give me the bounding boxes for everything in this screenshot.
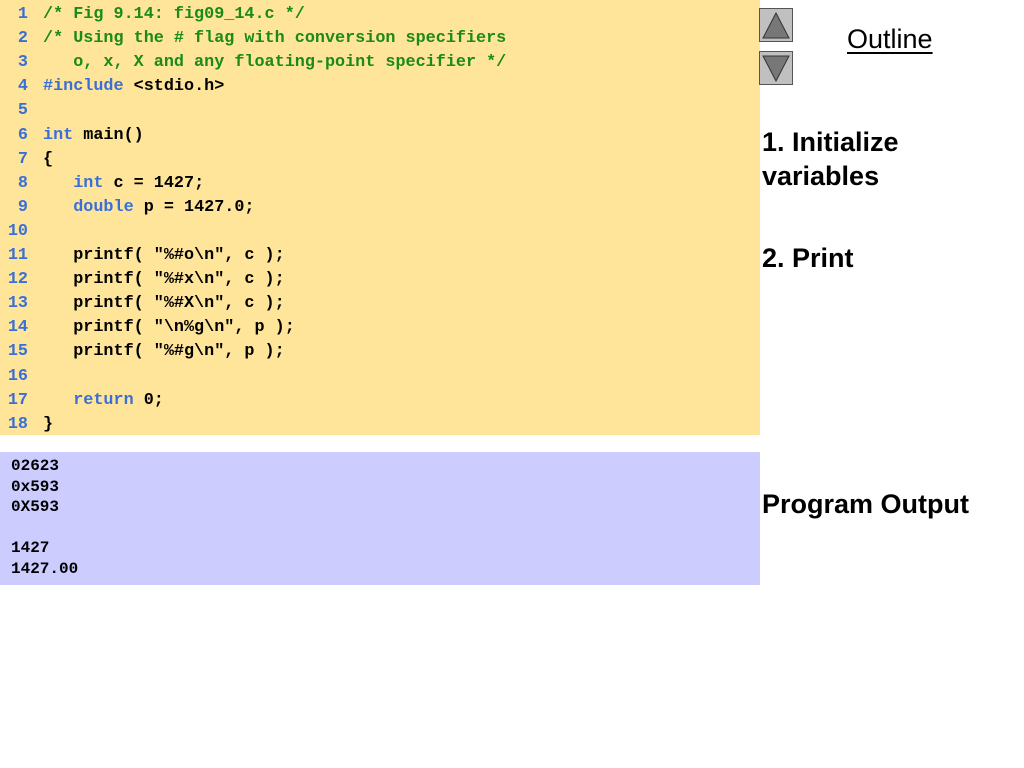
code-text: return 0; bbox=[43, 389, 164, 413]
previous-slide-button[interactable] bbox=[759, 8, 793, 42]
line-number: 10 bbox=[7, 221, 28, 241]
code-token: { bbox=[43, 149, 54, 169]
code-text: printf( "%#g\n", p ); bbox=[43, 340, 285, 364]
code-token: } bbox=[43, 414, 54, 434]
keyword: int bbox=[73, 173, 104, 193]
comment: o, x, X and any floating-point specifier… bbox=[43, 53, 507, 73]
code-text: printf( "%#X\n", c ); bbox=[43, 292, 285, 316]
comment: /* Fig 9.14: fig09_14.c */ bbox=[43, 5, 305, 24]
line-number: 14 bbox=[7, 318, 28, 338]
line-number: 3 bbox=[17, 53, 28, 73]
code-text: int c = 1427; bbox=[43, 172, 204, 196]
next-slide-button[interactable] bbox=[759, 51, 793, 85]
line-number: 5 bbox=[17, 101, 28, 121]
code-text: printf( "%#x\n", c ); bbox=[43, 268, 285, 292]
code-token: p = 1427.0; bbox=[133, 197, 255, 217]
line-number: 6 bbox=[17, 125, 28, 145]
code-text: /* Fig 9.14: fig09_14.c */ bbox=[43, 3, 305, 27]
comment: /* Using the # flag with conversion spec… bbox=[43, 29, 507, 49]
code-text: int main() bbox=[43, 124, 144, 148]
code-text: /* Using the # flag with conversion spec… bbox=[43, 27, 506, 51]
output-line: 0x593 bbox=[11, 477, 60, 496]
code-token: 0; bbox=[133, 390, 164, 410]
triangle-down-icon bbox=[762, 55, 790, 82]
code-token: printf( "\n%g\n", p ); bbox=[43, 318, 295, 338]
output-line: 02623 bbox=[11, 457, 60, 475]
code-token: printf( "%#o\n", c ); bbox=[43, 246, 285, 265]
step-program-output: Program Output bbox=[762, 489, 969, 519]
line-number: 1 bbox=[17, 5, 28, 24]
line-number: 16 bbox=[7, 366, 28, 386]
code-token: printf( "%#X\n", c ); bbox=[43, 294, 285, 314]
line-number: 18 bbox=[7, 414, 28, 434]
code-token: main() bbox=[73, 125, 144, 145]
keyword: #include bbox=[43, 77, 124, 97]
code-text: double p = 1427.0; bbox=[43, 196, 255, 220]
output-line: 1427 bbox=[11, 539, 50, 557]
code-token: printf( "%#x\n", c ); bbox=[43, 270, 285, 290]
step-print: 2. Print bbox=[762, 243, 854, 273]
line-number: 7 bbox=[17, 149, 28, 169]
step-initialize-cont: variables bbox=[762, 161, 880, 191]
keyword: return bbox=[73, 390, 134, 410]
line-number: 2 bbox=[17, 29, 28, 49]
code-text: #include <stdio.h> bbox=[43, 75, 224, 99]
line-number: 12 bbox=[7, 270, 28, 290]
line-number: 17 bbox=[7, 390, 28, 410]
keyword: int bbox=[43, 125, 74, 145]
line-number: 13 bbox=[7, 294, 28, 314]
keyword: double bbox=[73, 197, 134, 217]
code-token: c = 1427; bbox=[103, 173, 205, 193]
line-number: 11 bbox=[7, 246, 28, 265]
program-output-panel: 02623 0x593 0X593 1427 1427.00 bbox=[0, 452, 760, 585]
code-listing: 1 /* Fig 9.14: fig09_14.c */ 2 /* Using the… bbox=[0, 0, 760, 435]
outline-link[interactable]: Outline bbox=[847, 24, 933, 55]
line-number: 9 bbox=[17, 197, 28, 217]
line-number: 8 bbox=[17, 173, 28, 193]
code-text: { bbox=[43, 148, 53, 172]
output-line: 1427.00 bbox=[11, 559, 79, 578]
code-text: printf( "%#o\n", c ); bbox=[43, 244, 285, 268]
code-text: } bbox=[43, 413, 53, 437]
code-text: printf( "\n%g\n", p ); bbox=[43, 316, 295, 340]
line-number: 4 bbox=[17, 77, 28, 97]
output-line: 0X593 bbox=[11, 498, 60, 516]
code-token: printf( "%#g\n", p ); bbox=[43, 342, 285, 362]
code-text: o, x, X and any floating-point specifier… bbox=[43, 51, 506, 75]
line-number: 15 bbox=[7, 342, 28, 362]
triangle-up-icon bbox=[762, 11, 790, 39]
code-token: <stdio.h> bbox=[123, 77, 225, 97]
step-initialize: 1. Initialize bbox=[762, 127, 899, 157]
